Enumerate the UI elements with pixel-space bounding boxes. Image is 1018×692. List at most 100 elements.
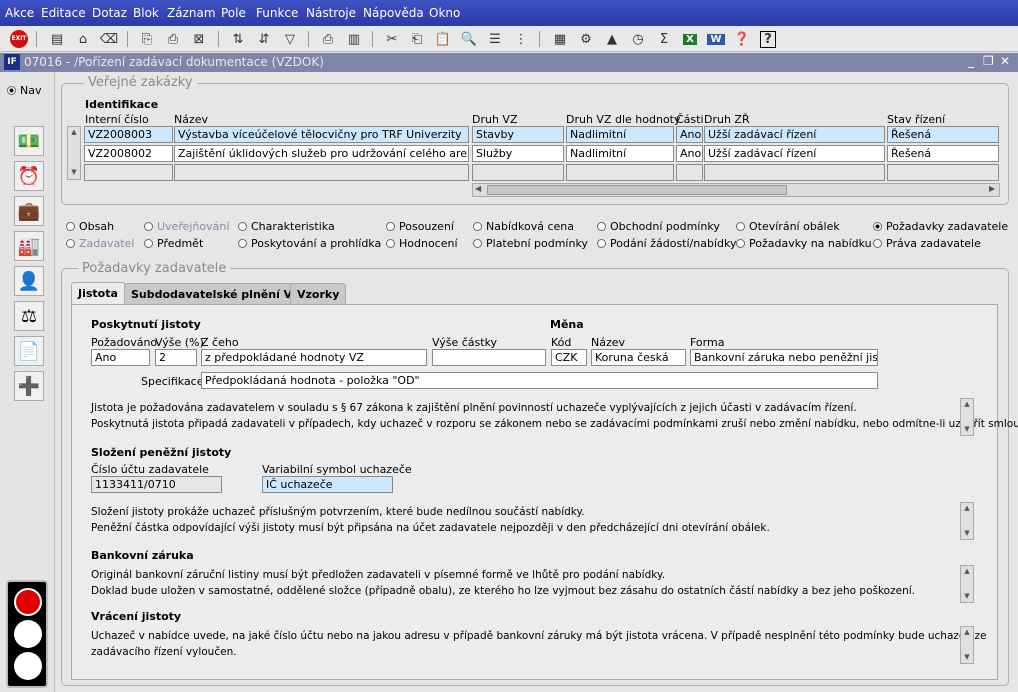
table-cell-druh[interactable]: Stavby bbox=[472, 126, 564, 143]
tree-icon[interactable]: ⋮ bbox=[511, 29, 531, 49]
query-cancel-icon[interactable]: ⊠ bbox=[189, 29, 209, 49]
scales-icon[interactable]: ⚖ bbox=[14, 301, 44, 331]
table-cell-nazev[interactable]: Zajištění úklidových služeb pro udržován… bbox=[174, 145, 469, 162]
radio-nabidkova-cena[interactable]: Nabídková cena bbox=[473, 220, 574, 233]
sort-asc-icon[interactable]: ⇅ bbox=[228, 29, 248, 49]
tab-jistota[interactable]: Jistota bbox=[71, 282, 125, 305]
forma-field[interactable]: Bankovní záruka nebo peněžní jistota bbox=[690, 349, 878, 366]
scroll-up-icon[interactable]: ▲ bbox=[962, 400, 972, 409]
radio-poskytovani-a-prohlidka[interactable]: Poskytování a prohlídka bbox=[238, 237, 381, 250]
document-icon[interactable]: 📄 bbox=[14, 336, 44, 366]
filter-icon[interactable]: ▽ bbox=[280, 29, 300, 49]
scroll-down-icon[interactable]: ▼ bbox=[962, 592, 972, 601]
chart-icon[interactable]: ▲ bbox=[602, 29, 622, 49]
minimize-icon[interactable]: _ bbox=[968, 54, 974, 68]
scroll-down-icon[interactable]: ▼ bbox=[962, 425, 972, 434]
table-cell-empty[interactable] bbox=[174, 164, 469, 181]
vs-field[interactable]: IČ uchazeče bbox=[262, 476, 393, 493]
copy-icon[interactable]: ⎗ bbox=[407, 29, 427, 49]
word-icon[interactable]: W bbox=[706, 29, 726, 49]
radio-uverejnovani[interactable]: Uveřejňování bbox=[144, 220, 229, 233]
menu-zaznam[interactable]: Záznam bbox=[167, 6, 216, 20]
menu-dotaz[interactable]: Dotaz bbox=[92, 6, 127, 20]
person-icon[interactable]: 👤 bbox=[14, 266, 44, 296]
clear-record-icon[interactable]: ⌫ bbox=[99, 29, 119, 49]
menu-editace[interactable]: Editace bbox=[41, 6, 86, 20]
add-document-icon[interactable]: ➕ bbox=[14, 371, 44, 401]
radio-obsah[interactable]: Obsah bbox=[66, 220, 114, 233]
table-cell-druh[interactable]: Služby bbox=[472, 145, 564, 162]
radio-otevirani-obalek[interactable]: Otevírání obálek bbox=[736, 220, 840, 233]
table-cell-cislo[interactable]: VZ2008003 bbox=[84, 126, 173, 143]
text-scrollbar[interactable]: ▲ ▼ bbox=[960, 398, 974, 436]
exit-icon[interactable]: EXIT bbox=[9, 29, 29, 49]
scroll-down-icon[interactable]: ▼ bbox=[962, 653, 972, 662]
pozadovano-field[interactable]: Ano bbox=[91, 349, 150, 366]
menu-pole[interactable]: Pole bbox=[221, 6, 246, 20]
restore-icon[interactable]: ❐ bbox=[983, 54, 994, 68]
menu-okno[interactable]: Okno bbox=[429, 6, 460, 20]
radio-obchodni-podminky[interactable]: Obchodní podmínky bbox=[597, 220, 720, 233]
table-cell-dle[interactable]: Nadlimitní bbox=[566, 145, 674, 162]
table-cell-empty[interactable] bbox=[887, 164, 999, 181]
tab-vzorky[interactable]: Vzorky bbox=[290, 283, 347, 304]
text-scrollbar[interactable]: ▲ ▼ bbox=[960, 565, 974, 603]
mena-nazev-field[interactable]: Koruna česká bbox=[591, 349, 686, 366]
money-icon[interactable]: 💵 bbox=[14, 126, 44, 156]
table-cell-casti[interactable]: Ano bbox=[676, 126, 703, 143]
scroll-down-icon[interactable]: ▼ bbox=[962, 529, 972, 538]
print-icon[interactable]: ⎙ bbox=[318, 29, 338, 49]
scroll-down-icon[interactable]: ▼ bbox=[69, 168, 79, 177]
table-cell-empty[interactable] bbox=[472, 164, 564, 181]
calendar-icon[interactable]: ▦ bbox=[550, 29, 570, 49]
text-scrollbar[interactable]: ▲ ▼ bbox=[960, 626, 974, 664]
insert-record-icon[interactable]: ▤ bbox=[47, 29, 67, 49]
clock-icon[interactable]: ◷ bbox=[628, 29, 648, 49]
table-cell-cislo[interactable]: VZ2008002 bbox=[84, 145, 173, 162]
factory-icon[interactable]: 🏭 bbox=[14, 231, 44, 261]
scroll-right-icon[interactable]: ▶ bbox=[989, 184, 995, 193]
menu-blok[interactable]: Blok bbox=[133, 6, 159, 20]
table-cell-nazev[interactable]: Výstavba víceúčelové tělocvičny pro TRF … bbox=[174, 126, 469, 143]
records-scrollbar[interactable]: ▲ ▼ bbox=[67, 126, 81, 180]
scroll-thumb[interactable] bbox=[487, 185, 787, 195]
radio-predmet[interactable]: Předmět bbox=[144, 237, 203, 250]
paste-icon[interactable]: 📋 bbox=[433, 29, 453, 49]
radio-posouzeni[interactable]: Posouzení bbox=[386, 220, 454, 233]
scroll-up-icon[interactable]: ▲ bbox=[962, 567, 972, 576]
table-cell-stav[interactable]: Řešená bbox=[887, 145, 999, 162]
table-cell-empty[interactable] bbox=[676, 164, 703, 181]
help-icon[interactable]: ? bbox=[758, 29, 778, 49]
radio-zadavatel[interactable]: Zadavatel bbox=[66, 237, 134, 250]
sort-desc-icon[interactable]: ⇵ bbox=[254, 29, 274, 49]
alarm-clock-icon[interactable]: ⏰ bbox=[14, 161, 44, 191]
menu-nastroje[interactable]: Nástroje bbox=[306, 6, 356, 20]
close-icon[interactable]: ✕ bbox=[1000, 54, 1010, 68]
text-scrollbar[interactable]: ▲ ▼ bbox=[960, 502, 974, 540]
table-cell-empty[interactable] bbox=[704, 164, 885, 181]
delete-record-icon[interactable]: ⌂ bbox=[73, 29, 93, 49]
kod-field[interactable]: CZK bbox=[551, 349, 587, 366]
scroll-up-icon[interactable]: ▲ bbox=[962, 504, 972, 513]
menu-funkce[interactable]: Funkce bbox=[256, 6, 298, 20]
table-cell-zr[interactable]: Užší zadávací řízení bbox=[704, 126, 885, 143]
excel-icon[interactable]: X bbox=[680, 29, 700, 49]
table-cell-empty[interactable] bbox=[84, 164, 173, 181]
query-execute-icon[interactable]: ⎙ bbox=[163, 29, 183, 49]
radio-podani-zadosti-nabidky[interactable]: Podání žádostí/nabídky bbox=[597, 237, 736, 250]
menu-napoveda[interactable]: Nápověda bbox=[363, 6, 424, 20]
report-icon[interactable]: ▥ bbox=[344, 29, 364, 49]
table-cell-zr[interactable]: Užší zadávací řízení bbox=[704, 145, 885, 162]
radio-platebni-podminky[interactable]: Platební podmínky bbox=[473, 237, 588, 250]
radio-prava-zadavatele[interactable]: Práva zadavatele bbox=[873, 237, 981, 250]
table-cell-dle[interactable]: Nadlimitní bbox=[566, 126, 674, 143]
horizontal-scrollbar[interactable]: ◀ ▶ bbox=[472, 183, 1000, 197]
vyse-pct-field[interactable]: 2 bbox=[155, 349, 197, 366]
table-cell-casti[interactable]: Ano bbox=[676, 145, 703, 162]
query-enter-icon[interactable]: ⎘ bbox=[137, 29, 157, 49]
list-icon[interactable]: ☰ bbox=[485, 29, 505, 49]
nav-radio[interactable]: Nav bbox=[7, 84, 41, 97]
scroll-left-icon[interactable]: ◀ bbox=[475, 184, 481, 193]
scroll-up-icon[interactable]: ▲ bbox=[962, 628, 972, 637]
table-cell-empty[interactable] bbox=[566, 164, 674, 181]
